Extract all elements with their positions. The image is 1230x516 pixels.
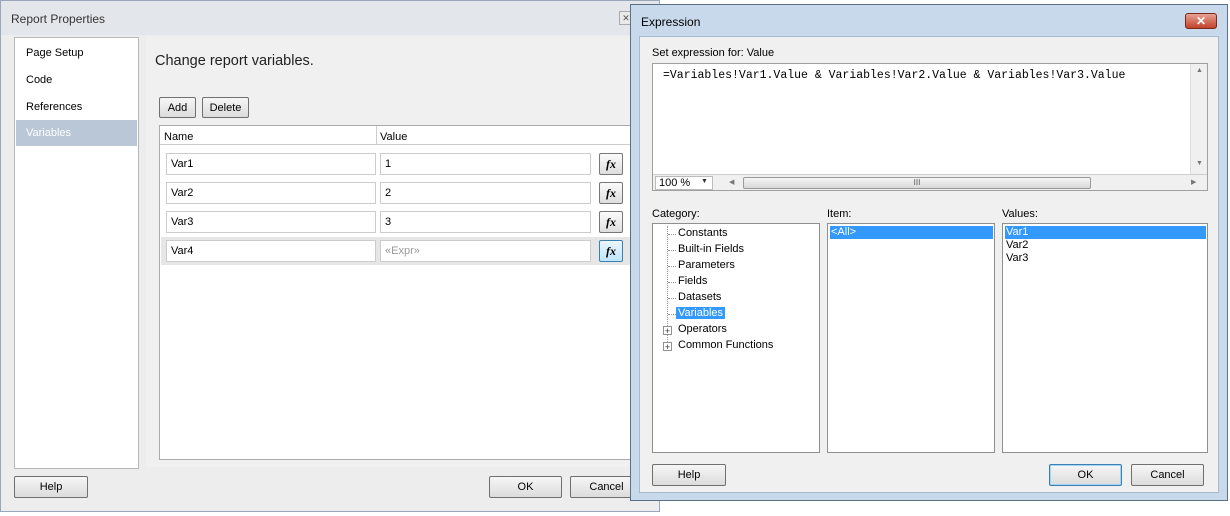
ok-button[interactable]: OK bbox=[1049, 464, 1122, 486]
scroll-down-icon[interactable]: ▼ bbox=[1191, 160, 1208, 167]
expand-plus-icon[interactable]: + bbox=[663, 326, 672, 336]
report-properties-nav: Page Setup Code References Variables bbox=[14, 37, 139, 469]
tree-connector bbox=[668, 234, 676, 235]
tree-connector bbox=[668, 298, 676, 299]
expression-fx-button[interactable]: fx bbox=[599, 153, 623, 175]
help-button[interactable]: Help bbox=[652, 464, 726, 486]
expression-dialog: Expression ✕ Set expression for: Value =… bbox=[630, 4, 1228, 501]
ok-button[interactable]: OK bbox=[489, 476, 562, 498]
category-variables[interactable]: Variables bbox=[676, 307, 726, 319]
values-list: Var1 Var2 Var3 bbox=[1002, 223, 1208, 453]
category-common-functions[interactable]: Common Functions bbox=[678, 339, 773, 351]
horizontal-scroll-thumb[interactable]: III bbox=[743, 177, 1091, 189]
report-properties-dialog: Report Properties ✕ Page Setup Code Refe… bbox=[0, 0, 660, 512]
close-icon[interactable]: ✕ bbox=[1185, 13, 1217, 29]
category-operators[interactable]: Operators bbox=[678, 323, 727, 335]
category-datasets[interactable]: Datasets bbox=[678, 291, 721, 303]
tree-connector bbox=[668, 266, 676, 267]
expression-text[interactable]: =Variables!Var1.Value & Variables!Var2.V… bbox=[663, 69, 1125, 82]
item-label: Item: bbox=[827, 208, 852, 220]
editor-bottom-bar: 100 % ▼ ◀ III ▶ bbox=[653, 174, 1207, 190]
list-item[interactable]: Var2 bbox=[1005, 239, 1028, 252]
category-constants[interactable]: Constants bbox=[678, 227, 728, 239]
tree-connector bbox=[668, 282, 676, 283]
grid-header-divider bbox=[160, 144, 632, 145]
vertical-scrollbar[interactable]: ▲ ▼ bbox=[1190, 64, 1207, 174]
variable-value-cell[interactable]: 3 bbox=[380, 211, 591, 233]
expression-title: Expression bbox=[641, 15, 701, 29]
list-item[interactable]: <All> bbox=[830, 226, 993, 239]
expression-fx-button[interactable]: fx bbox=[599, 182, 623, 204]
expression-body: Set expression for: Value =Variables!Var… bbox=[639, 36, 1219, 493]
list-item[interactable]: Var1 bbox=[1005, 226, 1206, 239]
tree-connector bbox=[668, 250, 676, 251]
cancel-button[interactable]: Cancel bbox=[1131, 464, 1204, 486]
variable-name-cell[interactable]: Var2 bbox=[166, 182, 376, 204]
help-button[interactable]: Help bbox=[14, 476, 88, 498]
scroll-left-icon[interactable]: ◀ bbox=[729, 178, 734, 186]
variables-grid: Name Value Var1 1 fx Var2 2 fx Var3 3 fx… bbox=[159, 125, 632, 460]
tree-connector bbox=[668, 314, 676, 315]
values-label: Values: bbox=[1002, 208, 1038, 220]
variable-value-cell[interactable]: 2 bbox=[380, 182, 591, 204]
expression-editor[interactable]: =Variables!Var1.Value & Variables!Var2.V… bbox=[652, 63, 1208, 191]
category-parameters[interactable]: Parameters bbox=[678, 259, 735, 271]
category-fields[interactable]: Fields bbox=[678, 275, 707, 287]
nav-item-page-setup[interactable]: Page Setup bbox=[16, 40, 137, 66]
variable-name-cell[interactable]: Var1 bbox=[166, 153, 376, 175]
item-list: <All> bbox=[827, 223, 995, 453]
nav-item-code[interactable]: Code bbox=[16, 67, 137, 93]
report-properties-titlebar[interactable]: Report Properties bbox=[1, 1, 659, 35]
expression-fx-button[interactable]: fx bbox=[599, 211, 623, 233]
variable-name-cell[interactable]: Var4 bbox=[166, 240, 376, 262]
scroll-up-icon[interactable]: ▲ bbox=[1191, 67, 1208, 74]
variable-value-cell[interactable]: 1 bbox=[380, 153, 591, 175]
expand-plus-icon[interactable]: + bbox=[663, 342, 672, 352]
chevron-down-icon[interactable]: ▼ bbox=[701, 178, 708, 185]
delete-button[interactable]: Delete bbox=[202, 97, 249, 118]
column-header-value: Value bbox=[380, 131, 408, 143]
list-item[interactable]: Var3 bbox=[1005, 252, 1028, 265]
nav-item-variables[interactable]: Variables bbox=[16, 120, 137, 146]
category-built-in-fields[interactable]: Built-in Fields bbox=[678, 243, 744, 255]
set-expression-label: Set expression for: Value bbox=[652, 47, 775, 59]
column-header-name: Name bbox=[164, 131, 194, 143]
category-tree: Constants Built-in Fields Parameters Fie… bbox=[652, 223, 820, 453]
variable-name-cell[interactable]: Var3 bbox=[166, 211, 376, 233]
scroll-right-icon[interactable]: ▶ bbox=[1191, 178, 1196, 186]
add-button[interactable]: Add bbox=[159, 97, 196, 118]
grid-column-divider bbox=[376, 126, 377, 145]
expression-titlebar[interactable]: Expression bbox=[631, 5, 1227, 35]
report-properties-title: Report Properties bbox=[11, 12, 106, 26]
nav-item-references[interactable]: References bbox=[16, 94, 137, 120]
page-heading: Change report variables. bbox=[155, 53, 314, 69]
variable-value-cell[interactable]: «Expr» bbox=[380, 240, 591, 262]
category-label: Category: bbox=[652, 208, 700, 220]
expression-fx-button[interactable]: fx bbox=[599, 240, 623, 262]
